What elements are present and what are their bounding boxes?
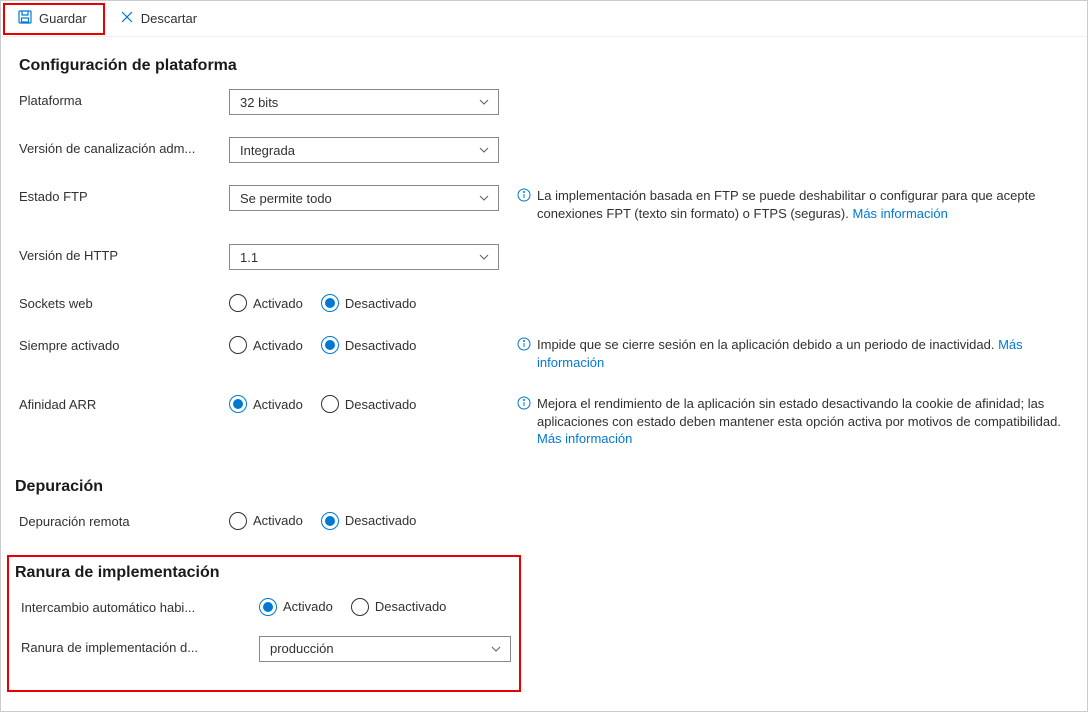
label-remote-debug: Depuración remota <box>19 510 229 529</box>
discard-button[interactable]: Descartar <box>103 1 213 36</box>
radio-arr-on[interactable]: Activado <box>229 395 303 413</box>
toolbar: Guardar Descartar <box>1 1 1087 37</box>
radio-icon <box>321 294 339 312</box>
label-http: Versión de HTTP <box>19 244 229 263</box>
chevron-down-icon <box>478 251 490 263</box>
section-debug-title: Depuración <box>15 478 1069 496</box>
radio-websockets-off[interactable]: Desactivado <box>321 294 417 312</box>
label-autoswap: Intercambio automático habi... <box>19 596 259 615</box>
label-ftp: Estado FTP <box>19 185 229 204</box>
chevron-down-icon <box>478 192 490 204</box>
label-pipeline: Versión de canalización adm... <box>19 137 229 156</box>
section-platform-title: Configuración de plataforma <box>19 57 1069 75</box>
hint-ftp: La implementación basada en FTP se puede… <box>537 187 1069 222</box>
info-icon <box>517 188 531 207</box>
radio-autoswap: Activado Desactivado <box>259 596 446 616</box>
select-slot-target[interactable]: producción <box>259 636 511 662</box>
chevron-down-icon <box>478 96 490 108</box>
radio-websockets-on[interactable]: Activado <box>229 294 303 312</box>
chevron-down-icon <box>490 643 502 655</box>
select-pipeline-value: Integrada <box>240 143 295 158</box>
select-pipeline[interactable]: Integrada <box>229 137 499 163</box>
select-http[interactable]: 1.1 <box>229 244 499 270</box>
radio-icon <box>321 512 339 530</box>
hint-arr: Mejora el rendimiento de la aplicación s… <box>537 395 1069 448</box>
select-ftp[interactable]: Se permite todo <box>229 185 499 211</box>
radio-always-on: Activado Desactivado <box>229 334 499 354</box>
hint-always-on: Impide que se cierre sesión en la aplica… <box>537 336 1069 371</box>
save-icon <box>17 9 33 28</box>
radio-remote-debug-off[interactable]: Desactivado <box>321 512 417 530</box>
radio-always-on-on[interactable]: Activado <box>229 336 303 354</box>
label-slot-target: Ranura de implementación d... <box>19 636 259 655</box>
radio-autoswap-off[interactable]: Desactivado <box>351 598 447 616</box>
radio-icon <box>229 336 247 354</box>
radio-icon <box>229 512 247 530</box>
radio-icon <box>351 598 369 616</box>
select-slot-target-value: producción <box>270 641 334 656</box>
discard-label: Descartar <box>141 11 197 26</box>
select-ftp-value: Se permite todo <box>240 191 332 206</box>
chevron-down-icon <box>478 144 490 156</box>
radio-websockets: Activado Desactivado <box>229 292 499 312</box>
radio-icon <box>229 294 247 312</box>
select-http-value: 1.1 <box>240 250 258 265</box>
select-platform[interactable]: 32 bits <box>229 89 499 115</box>
save-label: Guardar <box>39 11 87 26</box>
save-button[interactable]: Guardar <box>1 1 103 36</box>
label-platform: Plataforma <box>19 89 229 108</box>
section-slot-title: Ranura de implementación <box>15 564 1069 582</box>
label-websockets: Sockets web <box>19 292 229 311</box>
radio-icon <box>259 598 277 616</box>
label-always-on: Siempre activado <box>19 334 229 353</box>
link-ftp-more[interactable]: Más información <box>853 206 948 221</box>
radio-icon <box>229 395 247 413</box>
radio-autoswap-on[interactable]: Activado <box>259 598 333 616</box>
radio-remote-debug-on[interactable]: Activado <box>229 512 303 530</box>
radio-arr: Activado Desactivado <box>229 393 499 413</box>
close-icon <box>119 9 135 28</box>
radio-icon <box>321 336 339 354</box>
slot-section: Ranura de implementación Intercambio aut… <box>19 564 1069 662</box>
info-icon <box>517 337 531 356</box>
label-arr: Afinidad ARR <box>19 393 229 412</box>
info-icon <box>517 396 531 415</box>
radio-arr-off[interactable]: Desactivado <box>321 395 417 413</box>
radio-always-on-off[interactable]: Desactivado <box>321 336 417 354</box>
link-arr-more[interactable]: Más información <box>537 431 632 446</box>
radio-icon <box>321 395 339 413</box>
select-platform-value: 32 bits <box>240 95 278 110</box>
radio-remote-debug: Activado Desactivado <box>229 510 499 530</box>
